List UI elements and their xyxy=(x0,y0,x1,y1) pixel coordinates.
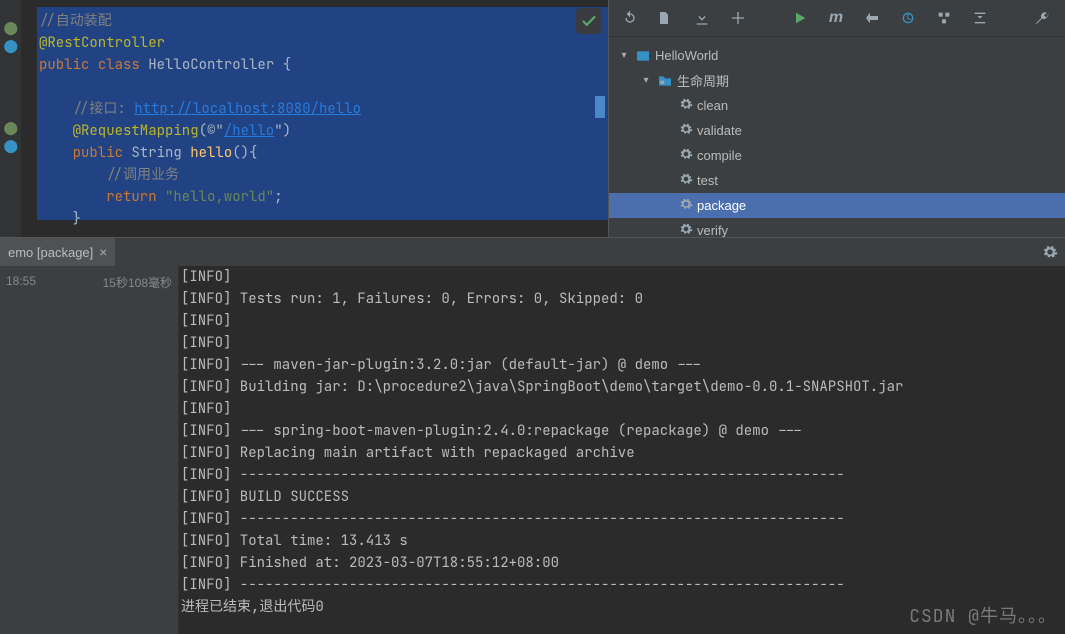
console-line: [INFO] Tests run: 1, Failures: 0, Errors… xyxy=(181,288,1063,310)
chevron-down-icon[interactable]: ▾ xyxy=(617,50,631,61)
console-line: [INFO] BUILD SUCCESS xyxy=(181,486,1063,508)
gear-icon[interactable] xyxy=(1035,244,1065,260)
run-tab[interactable]: emo [package] × xyxy=(0,238,115,266)
generate-sources-icon[interactable] xyxy=(657,9,675,27)
code-line[interactable]: } xyxy=(39,208,608,230)
console-line: [INFO] xyxy=(181,266,1063,288)
console-line: [INFO] xyxy=(181,332,1063,354)
gear-icon xyxy=(679,122,693,139)
gear-icon xyxy=(679,172,693,189)
run-time-right: 15秒108毫秒 xyxy=(103,274,172,626)
run-time-left: 18:55 xyxy=(6,274,36,626)
code-line[interactable] xyxy=(39,76,608,98)
code-editor[interactable]: //自动装配@RestControllerpublic class HelloC… xyxy=(21,0,608,237)
run-tab-bar: emo [package] × xyxy=(0,238,1065,266)
console-line: [INFO] Total time: 13.413 s xyxy=(181,530,1063,552)
maven-goal-test[interactable]: test xyxy=(609,168,1065,193)
show-deps-icon[interactable] xyxy=(935,9,953,27)
maven-goal-label: compile xyxy=(697,148,742,163)
watermark: CSDN @牛马。。。 xyxy=(909,606,1057,628)
console-line: [INFO] xyxy=(181,310,1063,332)
console-line: [INFO] xyxy=(181,398,1063,420)
maven-goal-compile[interactable]: compile xyxy=(609,143,1065,168)
console-line: [INFO] ---------------------------------… xyxy=(181,464,1063,486)
console-line: [INFO] --- spring-boot-maven-plugin:2.4.… xyxy=(181,420,1063,442)
maven-module-icon xyxy=(635,48,651,64)
code-line[interactable]: public String hello(){ xyxy=(39,142,608,164)
wrench-icon[interactable] xyxy=(1033,9,1051,27)
console-line: [INFO] Replacing main artifact with repa… xyxy=(181,442,1063,464)
maven-goal-validate[interactable]: validate xyxy=(609,118,1065,143)
download-icon[interactable] xyxy=(693,9,711,27)
project-label: HelloWorld xyxy=(655,48,718,63)
run-tree-panel[interactable]: 18:55 15秒108毫秒 xyxy=(0,266,179,634)
code-line[interactable]: @RequestMapping(©"/hello") xyxy=(39,120,608,142)
bean-link-icon[interactable]: ⬤ xyxy=(4,38,18,52)
code-line[interactable]: //接口: http://localhost:8080/hello xyxy=(39,98,608,120)
maven-goal-label: package xyxy=(697,198,746,213)
maven-goal-label: verify xyxy=(697,223,728,237)
maven-tree[interactable]: ▾ HelloWorld ▾ 生命周期 clean validate compile… xyxy=(609,37,1065,237)
offline-icon[interactable] xyxy=(899,9,917,27)
refresh-icon[interactable] xyxy=(621,9,639,27)
lifecycle-node[interactable]: ▾ 生命周期 xyxy=(609,68,1065,93)
inspection-ok-icon[interactable] xyxy=(576,8,602,34)
console-line: [INFO] --- maven-jar-plugin:3.2.0:jar (d… xyxy=(181,354,1063,376)
run-tab-label: emo [package] xyxy=(8,245,93,260)
gear-icon xyxy=(679,147,693,164)
code-line[interactable]: //自动装配 xyxy=(39,10,608,32)
gear-icon xyxy=(679,97,693,114)
run-icon[interactable] xyxy=(791,9,809,27)
code-line[interactable]: //调用业务 xyxy=(39,164,608,186)
maven-goal-verify[interactable]: verify xyxy=(609,218,1065,237)
gutter: ⬤ ⬤ ⬤ ⬤ xyxy=(0,0,21,237)
gear-icon xyxy=(679,222,693,237)
console-output[interactable]: [INFO][INFO] Tests run: 1, Failures: 0, … xyxy=(179,266,1065,634)
maven-panel: m ▾ HelloWorld ▾ 生命周期 clea xyxy=(608,0,1065,237)
console-line: [INFO] Finished at: 2023-03-07T18:55:12+… xyxy=(181,552,1063,574)
code-line[interactable]: @RestController xyxy=(39,32,608,54)
gear-icon xyxy=(679,197,693,214)
lifecycle-label: 生命周期 xyxy=(677,71,729,90)
toggle-skip-tests-icon[interactable] xyxy=(863,9,881,27)
collapse-icon[interactable] xyxy=(971,9,989,27)
close-icon[interactable]: × xyxy=(99,244,107,260)
mapping-icon[interactable]: ⬤ xyxy=(4,120,18,134)
maven-goal-label: validate xyxy=(697,123,742,138)
maven-toolbar: m xyxy=(609,0,1065,37)
maven-goal-package[interactable]: package xyxy=(609,193,1065,218)
spring-bean-icon[interactable]: ⬤ xyxy=(4,20,18,34)
endpoint-icon[interactable]: ⬤ xyxy=(4,138,18,152)
console-line: [INFO] ---------------------------------… xyxy=(181,574,1063,596)
maven-project-node[interactable]: ▾ HelloWorld xyxy=(609,43,1065,68)
maven-goal-label: test xyxy=(697,173,718,188)
chevron-down-icon[interactable]: ▾ xyxy=(639,75,653,86)
add-icon[interactable] xyxy=(729,9,747,27)
maven-goal-clean[interactable]: clean xyxy=(609,93,1065,118)
code-line[interactable]: public class HelloController { xyxy=(39,54,608,76)
console-line: [INFO] ---------------------------------… xyxy=(181,508,1063,530)
code-line[interactable]: return "hello,world"; xyxy=(39,186,608,208)
console-line: [INFO] Building jar: D:\procedure2\java\… xyxy=(181,376,1063,398)
maven-goal-label: clean xyxy=(697,98,728,113)
folder-gear-icon xyxy=(657,73,673,89)
maven-m-icon[interactable]: m xyxy=(827,9,845,27)
